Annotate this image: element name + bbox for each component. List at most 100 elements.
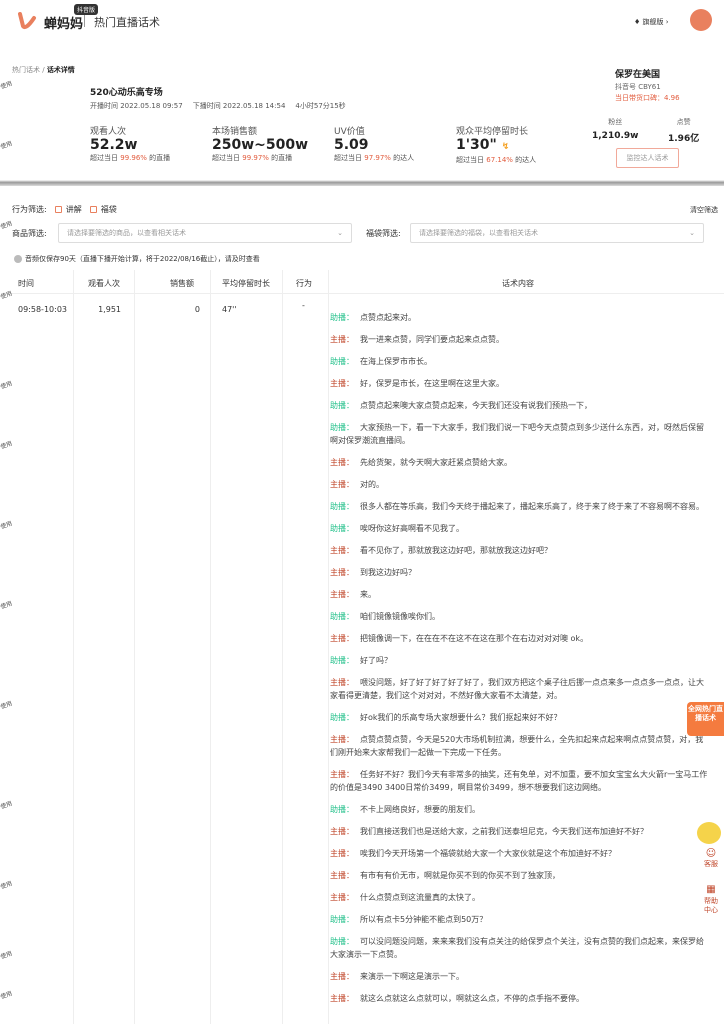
likes-value: 1.96亿 (668, 134, 700, 144)
trend-chart-icon[interactable]: ↯ (502, 142, 510, 152)
speaker-role: 助播： (330, 357, 354, 366)
row-viewers: 1,951 (98, 305, 121, 314)
speaker-role: 主播： (330, 827, 354, 836)
stat-value: 1'30" ↯ (456, 137, 510, 153)
transcript-line: 主播： 喂没问题，好了好了好了好了好了，我们双方把这个桌子往后挪一点点来多一点点多… (330, 676, 710, 702)
speech-text: 在海上保罗市市长。 (360, 357, 432, 366)
product-filter-placeholder: 请选择要筛选的商品，以查看相关话术 (67, 229, 186, 237)
speaker-role: 助播： (330, 502, 354, 511)
bag-filter-placeholder: 请选择要筛选的福袋，以查看相关话术 (419, 229, 538, 237)
speaker-role: 主播： (330, 735, 354, 744)
fans-count: 粉丝 1,210.9w (592, 117, 638, 141)
monitor-anchor-button[interactable]: 监控达人话术 (616, 148, 679, 168)
speech-text: 就这么点就这么点就可以，啊就这么点，不停的点手指不要停。 (360, 994, 584, 1003)
speech-text: 咱们镜像镜像唉你们。 (360, 612, 440, 621)
speaker-role: 主播： (330, 379, 354, 388)
speech-text: 大家预热一下，看一下大家手，我们我们说一下吧今天点赞点到多少送什么东西，对，呀然… (330, 423, 704, 445)
stat-uv: UV价值 5.09 超过当日 97.97% 的达人 (334, 124, 414, 163)
live-times: 开播时间 2022.05.18 09:57 下播时间 2022.05.18 14:… (90, 101, 356, 111)
speaker-role: 主播： (330, 590, 354, 599)
stat-label: 本场销售额 (212, 127, 258, 137)
bag-label[interactable]: 福袋 (101, 205, 117, 214)
transcript-line: 主播： 唉我们今天开场第一个福袋就给大家一个大家伙就是这个布加迪好不好？ (330, 847, 710, 860)
transcript-line: 助播： 点赞点起来噢大家点赞点起来，今天我们还没有说我们预热一下， (330, 399, 710, 412)
behavior-filter-label: 行为筛选: (12, 205, 47, 214)
speaker-role: 助播： (330, 915, 354, 924)
row-time: 09:58-10:03 (18, 305, 67, 314)
stat-compare: 超过当日 97.97% 的达人 (334, 154, 415, 162)
likes-label: 点赞 (676, 118, 691, 126)
transcript-line: 助播： 大家预热一下，看一下大家手，我们我们说一下吧今天点赞点到多少送什么东西，对… (330, 421, 710, 447)
column-divider (282, 270, 283, 1024)
customer-service-button[interactable]: ☺ 客服 (700, 848, 722, 869)
speech-text: 任务好不好？我们今天有非常多的抽奖，还有免单，对不加重，要不加女宝宝幺大火箭r一… (330, 770, 708, 792)
watermark-text: 使用 (0, 80, 14, 91)
transcript-line: 主播： 先给货架，就今天啊大家赶紧点赞给大家。 (330, 456, 710, 469)
speech-text: 很多人都在等乐高，我们今天终于播起来了，播起来乐高了，终于来了终于来了不容易啊不… (360, 502, 704, 511)
help-center-button[interactable]: ▦ 帮助中心 (700, 884, 722, 915)
speaker-role: 主播： (330, 335, 354, 344)
header-divider (84, 15, 85, 27)
clear-filters-button[interactable]: 清空筛选 (690, 205, 718, 215)
speech-text: 唉我们今天开场第一个福袋就给大家一个大家伙就是这个布加迪好不好？ (360, 849, 616, 858)
speaker-role: 主播： (330, 634, 354, 643)
speaker-role: 主播： (330, 458, 354, 467)
stat-compare: 超过当日 99.97% 的直播 (212, 154, 293, 162)
explain-checkbox[interactable] (54, 206, 62, 213)
row-action: - (302, 301, 305, 310)
start-time: 开播时间 2022.05.18 09:57 (90, 102, 183, 110)
explain-label[interactable]: 讲解 (66, 205, 82, 214)
stat-sales: 本场销售额 250w~500w 超过当日 99.97% 的直播 (212, 124, 308, 163)
chanmama-logo-icon (18, 12, 36, 29)
stat-viewers: 观看人次 52.2w 超过当日 99.96% 的直播 (90, 124, 170, 163)
speech-text: 点赞点赞点赞，今天是520大市场机制拉满，想要什么，全先扣起来点起来啊点点赞点赞… (330, 735, 704, 757)
row-sales: 0 (194, 305, 200, 314)
transcript-line: 主播： 任务好不好？我们今天有非常多的抽奖，还有免单，对不加重，要不加女宝宝幺大火… (330, 768, 710, 794)
speech-text: 可以没问题没问题，来来来我们没有点关注的给保罗点个关注，没有点赞的我们点起来，来… (330, 937, 704, 959)
transcript-line: 主播： 看不见你了，那就放我这边好吧，那就放我这边好吧？ (330, 544, 710, 557)
product-filter-select[interactable]: 请选择要筛选的商品，以查看相关话术 ⌄ (58, 223, 352, 243)
transcript-line: 助播： 很多人都在等乐高，我们今天终于播起来了，播起来乐高了，终于来了终于来了不容… (330, 500, 710, 513)
stat-label: 观看人次 (90, 127, 127, 137)
stat-compare: 超过当日 99.96% 的直播 (90, 154, 171, 162)
transcript-line: 主播： 好，保罗是市长，在这里啊在这里大家。 (330, 377, 710, 390)
speaker-role: 助播： (330, 937, 354, 946)
transcript-line: 主播： 什么点赞点到这流量真的太快了。 (330, 891, 710, 904)
speech-text: 唉呀你这好高啊看不见我了。 (360, 524, 464, 533)
anchor-name[interactable]: 保罗在美国 (615, 67, 680, 80)
chevron-down-icon: ⌄ (689, 229, 695, 237)
crown-icon: ♦ (634, 18, 643, 26)
breadcrumb-parent[interactable]: 热门话术 / (12, 66, 47, 74)
transcript-line: 助播： 不卡上网络良好，想要的朋友们。 (330, 803, 710, 816)
likes-count: 点赞 1.96亿 (668, 117, 699, 144)
bag-filter-select[interactable]: 请选择要筛选的福袋，以查看相关话术 ⌄ (410, 223, 704, 243)
transcript-line: 主播： 到我这边好吗？ (330, 566, 710, 579)
live-title: 520心动乐高专场 (90, 88, 163, 98)
col-time: 时间 (18, 279, 34, 288)
speaker-role: 助播： (330, 612, 354, 621)
bag-checkbox[interactable] (89, 206, 97, 213)
row-stay: 47'' (222, 305, 237, 314)
speech-text: 来。 (360, 590, 376, 599)
watermark-text: 使用 (0, 140, 14, 151)
brand-name[interactable]: 蝉妈妈 (44, 13, 83, 32)
anchor-score: 当日带货口碑：4.96 (615, 94, 680, 102)
product-filter-label: 商品筛选: (12, 229, 47, 238)
speech-text: 我一进来点赞，同学们要点起来点点赞。 (360, 335, 504, 344)
grid-icon: ▦ (706, 884, 716, 895)
anchor-info: 保罗在美国 抖音号 CBY61 当日带货口碑：4.96 (615, 67, 680, 103)
breadcrumb-current: 话术详情 (46, 66, 75, 74)
user-avatar[interactable] (690, 9, 712, 31)
vip-link[interactable]: ♦ 旗舰版 › (634, 17, 669, 27)
speaker-role: 助播： (330, 423, 354, 432)
mascot-icon[interactable] (697, 822, 721, 844)
speaker-role: 主播： (330, 568, 354, 577)
speaker-role: 助播： (330, 805, 354, 814)
transcript-line: 助播： 咱们镜像镜像唉你们。 (330, 610, 710, 623)
column-divider (210, 270, 211, 1024)
hot-scripts-ad[interactable]: 全网热门直播话术 (687, 702, 724, 736)
transcript-line: 主播： 点赞点赞点赞，今天是520大市场机制拉满，想要什么，全先扣起来点起来啊点点… (330, 733, 710, 759)
speaker-role: 主播： (330, 678, 354, 687)
speaker-role: 助播： (330, 401, 354, 410)
stat-label: 观众平均停留时长 (456, 127, 529, 137)
